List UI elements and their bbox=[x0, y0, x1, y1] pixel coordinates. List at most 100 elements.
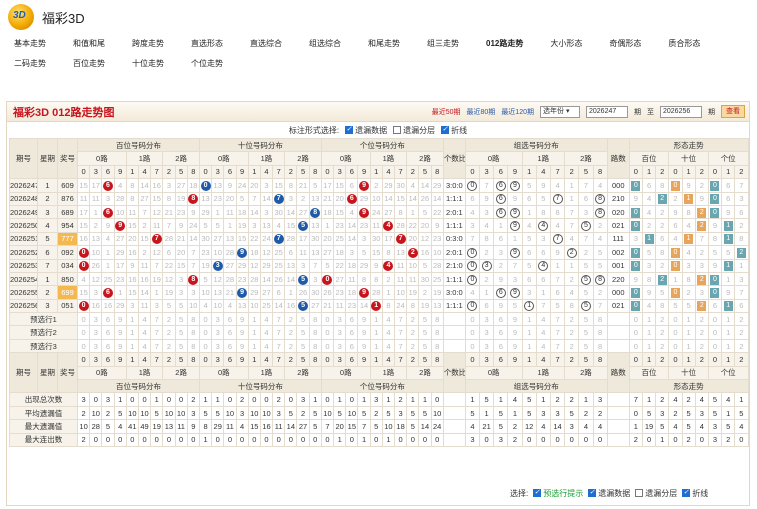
opt-layer[interactable]: 遗漏分层 bbox=[393, 125, 435, 136]
nav-item[interactable]: 二码走势 bbox=[14, 54, 46, 74]
nav-item[interactable]: 大小形态 bbox=[550, 34, 582, 54]
hit-circle: 6 bbox=[495, 207, 506, 218]
hit-ball: 9 bbox=[359, 287, 370, 298]
hit-circle: 7 bbox=[552, 194, 563, 205]
nav-item[interactable]: 直选形态 bbox=[191, 34, 223, 54]
hit-ball: 5 bbox=[298, 274, 309, 285]
to-issue-input[interactable]: 2026256 bbox=[660, 105, 702, 118]
panel-title: 福彩3D 012路走势图 bbox=[13, 106, 115, 119]
hit-ball: 0 bbox=[200, 180, 211, 191]
lu-mark: 0 bbox=[631, 287, 641, 298]
hit-ball: 9 bbox=[359, 180, 370, 191]
lu-mark: 1 bbox=[684, 234, 694, 245]
hit-circle: 6 bbox=[495, 180, 506, 191]
checkbox-icon bbox=[635, 489, 644, 497]
nav-item[interactable]: 百位走势 bbox=[73, 54, 105, 74]
nav-item[interactable]: 十位走势 bbox=[132, 54, 164, 74]
opt-missing-bottom[interactable]: 遗漏数据 bbox=[588, 488, 630, 499]
hit-circle: 6 bbox=[495, 194, 506, 205]
lu-mark: 2 bbox=[697, 301, 707, 312]
hit-circle: 9 bbox=[509, 180, 520, 191]
opt-line-bottom[interactable]: 折线 bbox=[682, 488, 708, 499]
table-row: 2026254 1 850 4 12 25 23 16 16 19 12 3 8 5 12 28 23 28 14 2… bbox=[9, 271, 749, 287]
hit-ball: 8 bbox=[310, 207, 321, 218]
hit-ball: 9 bbox=[359, 207, 370, 218]
hit-ball: 9 bbox=[237, 247, 248, 258]
hit-circle: 7 bbox=[552, 234, 563, 245]
lu-mark: 2 bbox=[697, 221, 707, 232]
checkbox-icon bbox=[345, 125, 354, 134]
lu-mark: 1 bbox=[684, 194, 694, 205]
nav-item[interactable]: 基本走势 bbox=[14, 34, 46, 54]
nav-item[interactable]: 质合形态 bbox=[668, 34, 700, 54]
nav-item[interactable]: 直选综合 bbox=[250, 34, 282, 54]
checkbox-icon bbox=[533, 488, 542, 497]
recent120-link[interactable]: 最近120期 bbox=[501, 107, 534, 117]
hit-ball: 6 bbox=[102, 207, 113, 218]
opt-line[interactable]: 折线 bbox=[441, 125, 467, 136]
lu-mark: 2 bbox=[657, 194, 667, 205]
stats-row: 最大遗漏值 10 28 5 4 41 49 19 13 11 9 8 29 11 4 15 16 11 14 27 5 7… bbox=[9, 419, 749, 434]
hit-circle: 8 bbox=[595, 194, 606, 205]
hit-ball: 4 bbox=[383, 221, 394, 232]
hit-circle: 4 bbox=[538, 261, 549, 272]
lu-mark: 0 bbox=[631, 301, 641, 312]
lu-mark: 2 bbox=[697, 274, 707, 285]
nav-item[interactable]: 和尾走势 bbox=[368, 34, 400, 54]
nav-item[interactable]: 012路走势 bbox=[486, 34, 523, 54]
lu-mark: 0 bbox=[631, 180, 641, 191]
hit-ball: 7 bbox=[151, 234, 162, 245]
hit-circle: 5 bbox=[580, 221, 591, 232]
nav-item[interactable]: 组选综合 bbox=[309, 34, 341, 54]
hit-ball: 6 bbox=[102, 180, 113, 191]
hit-ball: 0 bbox=[78, 247, 89, 258]
recent50-link[interactable]: 最近50期 bbox=[432, 107, 461, 117]
hit-ball: 7 bbox=[273, 234, 284, 245]
lu-mark: 2 bbox=[697, 207, 707, 218]
app-title: 福彩3D bbox=[42, 10, 85, 26]
hit-circle: 0 bbox=[467, 180, 478, 191]
nav-item[interactable]: 跨度走势 bbox=[132, 34, 164, 54]
nav-item[interactable]: 个位走势 bbox=[191, 54, 223, 74]
hit-circle: 1 bbox=[524, 301, 535, 312]
opt-predict-hint[interactable]: 预选行提示 bbox=[533, 488, 583, 499]
hit-ball: 7 bbox=[395, 234, 406, 245]
trend-panel: 福彩3D 012路走势图 最近50期 最近80期 最近120期 选年份 ▾ 20… bbox=[6, 101, 750, 506]
lu-mark: 0 bbox=[710, 207, 720, 218]
hit-circle: 9 bbox=[509, 207, 520, 218]
query-button[interactable]: 查看 bbox=[721, 105, 745, 118]
lu-mark: 1 bbox=[644, 234, 654, 245]
hit-circle: 9 bbox=[509, 247, 520, 258]
hit-circle: 5 bbox=[580, 274, 591, 285]
hit-circle: 0 bbox=[467, 261, 478, 272]
hit-circle: 5 bbox=[580, 301, 591, 312]
predict-row: 预选行1 0 3 6 9 1 4 7 2 5 8 0 3 6 9 1 4 7 2 5 8 0 3 6 9 1 4 7 2 5 8 0 3 6 9 1 4… bbox=[9, 312, 749, 327]
recent80-link[interactable]: 最近80期 bbox=[467, 107, 496, 117]
lu-mark: 1 bbox=[723, 301, 733, 312]
hit-circle: 0 bbox=[467, 247, 478, 258]
nav-item[interactable]: 组三走势 bbox=[427, 34, 459, 54]
hit-ball: 7 bbox=[273, 194, 284, 205]
from-issue-input[interactable]: 2026247 bbox=[586, 105, 628, 118]
checkbox-icon bbox=[588, 488, 597, 497]
app-header: 3D 福彩3D bbox=[0, 0, 757, 34]
year-select[interactable]: 选年份 ▾ bbox=[540, 105, 580, 118]
opt-layer-bottom[interactable]: 遗漏分层 bbox=[635, 488, 677, 499]
opt-missing[interactable]: 遗漏数据 bbox=[345, 125, 387, 136]
lu-mark: 0 bbox=[710, 274, 720, 285]
predict-row: 预选行2 0 3 6 9 1 4 7 2 5 8 0 3 6 9 1 4 7 2 5 8 0 3 6 9 1 4 7 2 5 8 0 3 6 9 1 4… bbox=[9, 325, 749, 340]
nav-item[interactable]: 和值和尾 bbox=[73, 34, 105, 54]
hit-ball: 3 bbox=[212, 261, 223, 272]
hit-ball: 2 bbox=[407, 247, 418, 258]
hit-circle: 6 bbox=[495, 287, 506, 298]
lu-mark: 0 bbox=[631, 221, 641, 232]
checkbox-icon bbox=[682, 488, 691, 497]
hit-ball: 4 bbox=[383, 261, 394, 272]
hit-ball: 5 bbox=[298, 301, 309, 312]
hit-circle: 4 bbox=[538, 221, 549, 232]
options-label: 标注形式选择: bbox=[288, 125, 340, 135]
table-row: 2026247 1 609 15 17 6 4 8 14 16 3 27 18 0 13 9 24 20 3 15 8 2… bbox=[9, 178, 749, 193]
hit-ball: 0 bbox=[78, 261, 89, 272]
nav-item[interactable]: 奇偶形态 bbox=[609, 34, 641, 54]
table-row: 2026256 3 051 0 16 16 29 3 11 3 5 5 10 4 10 4 13 10 25 14 16… bbox=[9, 298, 749, 314]
